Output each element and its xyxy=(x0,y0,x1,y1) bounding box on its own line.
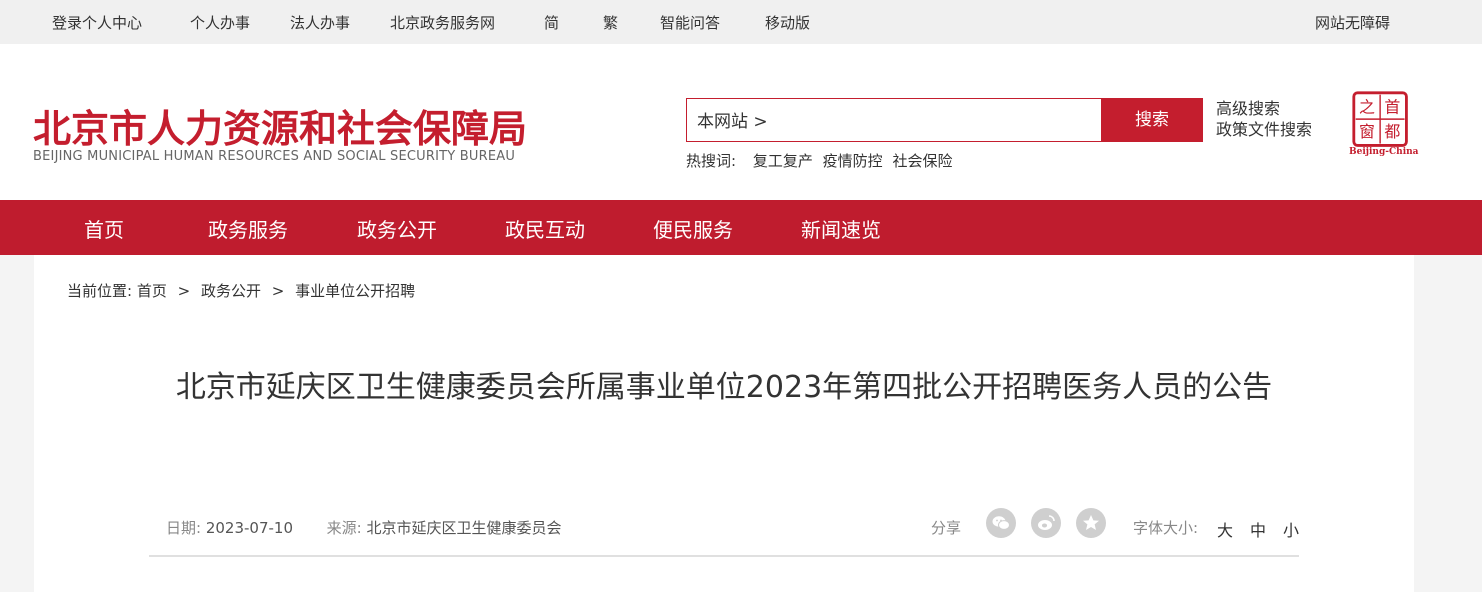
article-date: 2023-07-10 xyxy=(205,519,294,537)
hot-word-item[interactable]: 复工复产 xyxy=(753,152,813,170)
share-label: 分享 xyxy=(931,519,962,537)
advanced-search-links: 高级搜索 政策文件搜索 xyxy=(1216,98,1312,140)
nav-item-gov-disclosure[interactable]: 政务公开 xyxy=(357,214,437,243)
breadcrumb: 当前位置: 首页 > 政务公开 > 事业单位公开招聘 xyxy=(67,280,415,301)
breadcrumb-lead: 当前位置: xyxy=(67,282,133,300)
breadcrumb-separator: > xyxy=(271,282,285,300)
hot-word-item[interactable]: 社会保险 xyxy=(892,152,952,170)
capital-window-seal-logo[interactable]: 首 都 之 窗 xyxy=(1351,90,1413,152)
date-label: 日期: xyxy=(166,519,202,537)
site-logo-subtitle: BEIJING MUNICIPAL HUMAN RESOURCES AND SO… xyxy=(33,149,516,164)
nav-item-gov-services[interactable]: 政务服务 xyxy=(208,214,288,243)
breadcrumb-separator: > xyxy=(177,282,191,300)
breadcrumb-item[interactable]: 事业单位公开招聘 xyxy=(295,282,415,300)
accessibility-link[interactable]: 网站无障碍 xyxy=(1315,12,1390,33)
legal-services-link[interactable]: 法人办事 xyxy=(290,12,350,33)
simplified-chinese-link[interactable]: 简 xyxy=(544,12,559,33)
hot-search-label: 热搜词: xyxy=(686,152,737,170)
personal-services-link[interactable]: 个人办事 xyxy=(190,12,250,33)
font-size-medium-button[interactable]: 中 xyxy=(1250,517,1266,541)
favorite-icon[interactable] xyxy=(1076,508,1106,538)
meta-divider xyxy=(149,555,1299,557)
hot-search-words: 热搜词: 复工复产 疫情防控 社会保险 xyxy=(686,150,957,171)
top-utility-bar: 登录个人中心 个人办事 法人办事 北京政务服务网 简 繁 智能问答 移动版 网站… xyxy=(0,0,1482,44)
article-title: 北京市延庆区卫生健康委员会所属事业单位2023年第四批公开招聘医务人员的公告 xyxy=(175,370,1273,405)
breadcrumb-item[interactable]: 首页 xyxy=(137,282,167,300)
seal-caption: Beijing-China xyxy=(1349,147,1419,157)
font-size-small-button[interactable]: 小 xyxy=(1283,517,1299,541)
font-size-large-button[interactable]: 大 xyxy=(1217,517,1233,541)
seal-char: 之 xyxy=(1359,98,1375,117)
font-size-label: 字体大小: xyxy=(1133,519,1199,537)
smart-qa-link[interactable]: 智能问答 xyxy=(660,12,720,33)
gov-service-network-link[interactable]: 北京政务服务网 xyxy=(390,12,495,33)
nav-item-public-interaction[interactable]: 政民互动 xyxy=(505,214,585,243)
nav-item-news[interactable]: 新闻速览 xyxy=(801,214,881,243)
search-scope-select[interactable]: 本网站 > xyxy=(697,107,768,132)
policy-search-link[interactable]: 政策文件搜索 xyxy=(1216,119,1312,140)
search-button[interactable]: 搜索 xyxy=(1101,98,1203,142)
mobile-version-link[interactable]: 移动版 xyxy=(765,12,810,33)
weibo-icon[interactable] xyxy=(1031,508,1061,538)
nav-item-home[interactable]: 首页 xyxy=(84,214,124,243)
breadcrumb-item[interactable]: 政务公开 xyxy=(201,282,261,300)
site-logo-title[interactable]: 北京市人力资源和社会保障局 xyxy=(33,98,527,153)
traditional-chinese-link[interactable]: 繁 xyxy=(603,12,618,33)
advanced-search-link[interactable]: 高级搜索 xyxy=(1216,98,1312,119)
article-meta: 日期: 2023-07-10 来源: 北京市延庆区卫生健康委员会 xyxy=(166,517,561,538)
article-source: 北京市延庆区卫生健康委员会 xyxy=(366,519,562,537)
wechat-icon[interactable] xyxy=(986,508,1016,538)
search-input[interactable]: 本网站 > xyxy=(686,98,1102,142)
seal-char: 都 xyxy=(1384,122,1400,141)
article-content: 当前位置: 首页 > 政务公开 > 事业单位公开招聘 北京市延庆区卫生健康委员会… xyxy=(34,255,1414,592)
nav-item-convenience-services[interactable]: 便民服务 xyxy=(653,214,733,243)
main-navigation: 首页 政务服务 政务公开 政民互动 便民服务 新闻速览 xyxy=(0,200,1482,255)
site-header: 北京市人力资源和社会保障局 BEIJING MUNICIPAL HUMAN RE… xyxy=(0,44,1482,200)
source-label: 来源: xyxy=(326,519,362,537)
seal-char: 首 xyxy=(1384,98,1400,117)
login-link[interactable]: 登录个人中心 xyxy=(52,12,142,33)
seal-char: 窗 xyxy=(1359,122,1375,141)
hot-word-item[interactable]: 疫情防控 xyxy=(823,152,883,170)
